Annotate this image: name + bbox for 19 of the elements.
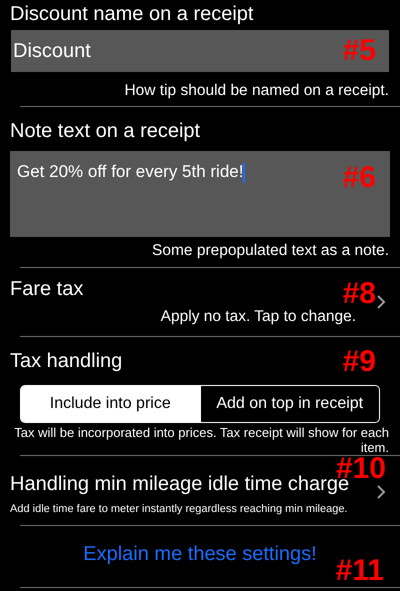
- field-label: Note text on a receipt: [10, 119, 200, 144]
- annotation-label: #5: [342, 36, 376, 66]
- segment-option[interactable]: Add on top in receipt: [200, 386, 379, 422]
- row-subtitle: Add idle time fare to meter instantly regardless reaching min mileage.: [10, 502, 348, 517]
- row-title: Fare tax: [10, 277, 84, 302]
- explain-button[interactable]: Explain me these settings!: [83, 538, 317, 568]
- segment-option[interactable]: Include into price: [21, 386, 200, 422]
- field-label: Discount name on a receipt: [10, 2, 254, 27]
- hint-text: Tax will be incorporated into prices. Tax receipt will show for each item.: [13, 425, 390, 455]
- chevron-right-icon: [376, 294, 386, 310]
- annotation-label: #9: [342, 347, 376, 377]
- annotation-label: #8: [342, 279, 376, 309]
- annotation-label: #6: [342, 163, 376, 193]
- row-subtitle: Apply no tax. Tap to change.: [160, 307, 356, 328]
- chevron-right-icon: [376, 484, 386, 500]
- field-label: Tax handling: [10, 349, 122, 374]
- hint-text: How tip should be named on a receipt.: [124, 81, 389, 101]
- hint-text: Some prepopulated text as a note.: [152, 241, 389, 261]
- annotation-label: #11: [336, 556, 384, 586]
